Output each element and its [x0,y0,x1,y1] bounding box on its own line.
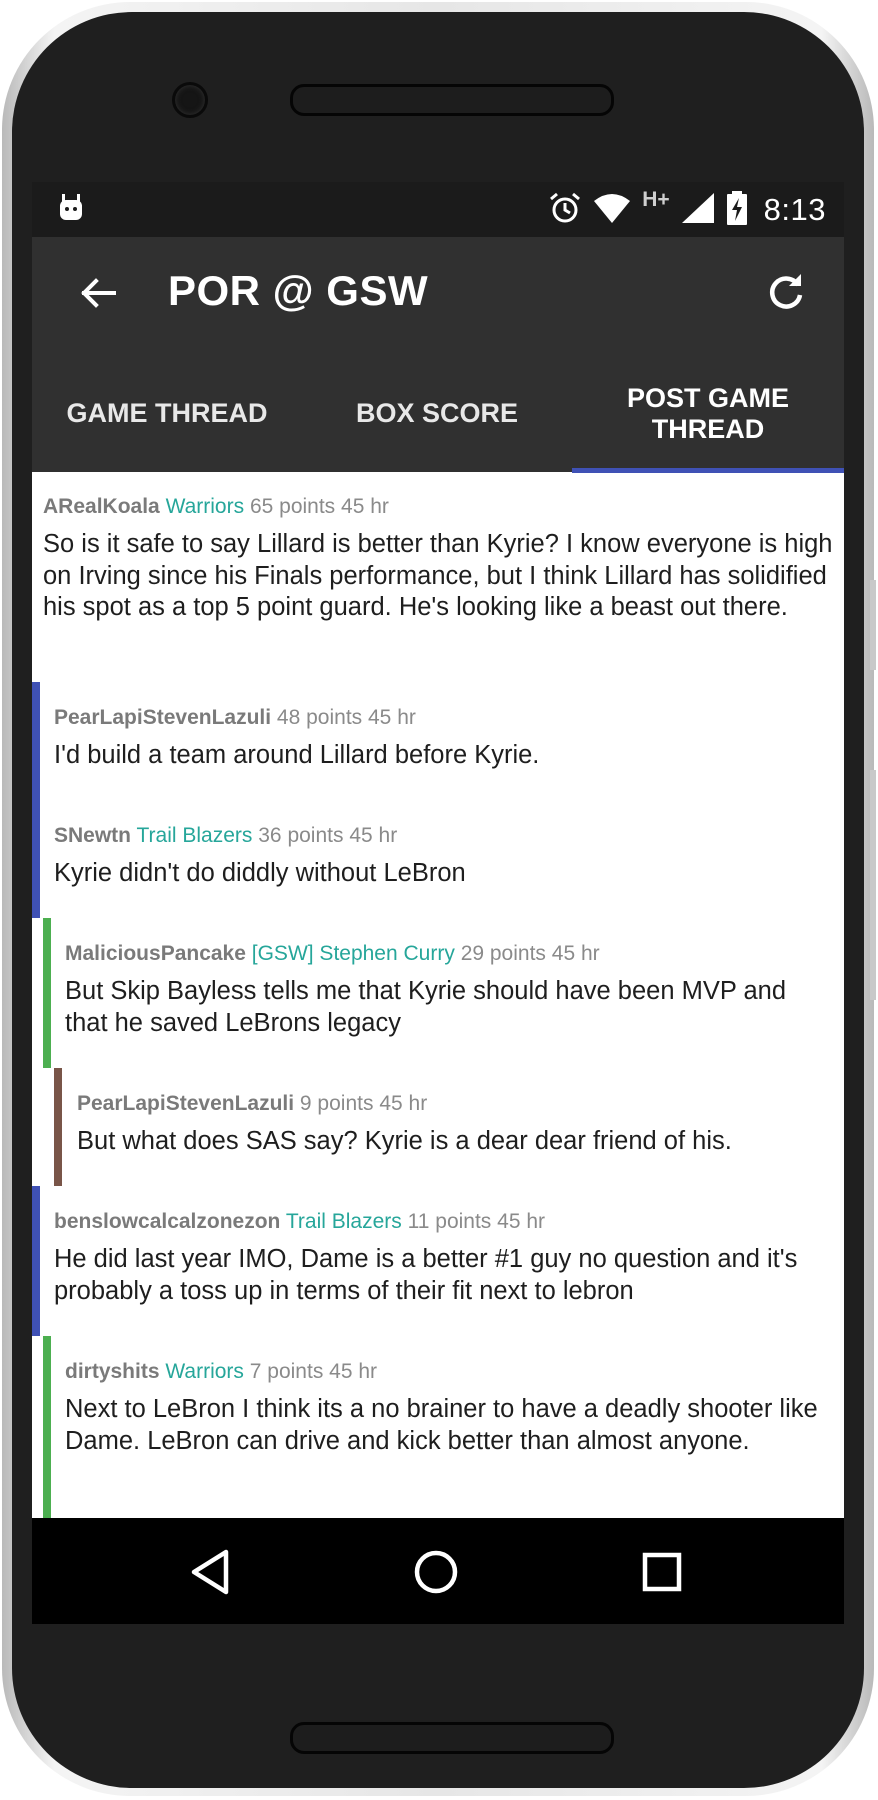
comment-points: 7 points [249,1360,324,1383]
comment-body: I'd build a team around Lillard before K… [54,741,540,769]
depth-bar [32,682,40,800]
comment-points: 65 points [249,495,336,518]
comment-time: 45 hr [497,1210,546,1233]
comment[interactable]: SNewtn Trail Blazers 36 points 45 hr Kyr… [32,800,844,918]
depth-bar [32,1186,40,1336]
battery-charging-icon [726,190,748,230]
depth-bar [54,1068,62,1186]
app-bar: POR @ GSW [32,237,844,355]
comment-author[interactable]: PearLapiStevenLazuli [54,706,271,729]
comment-time: 45 hr [379,1092,428,1115]
comment-flair: Warriors [165,1360,244,1383]
nav-back-icon [191,1549,229,1595]
comment-author[interactable]: SNewtn [54,824,131,847]
refresh-icon [770,274,803,309]
status-time: 8:13 [763,192,826,227]
comment-flair: Trail Blazers [136,824,253,847]
comment-author[interactable]: PearLapiStevenLazuli [77,1092,294,1115]
comment-meta: dirtyshits Warriors 7 points 45 hr [65,1359,835,1385]
network-type: H+ [642,188,670,211]
comment-author[interactable]: MaliciousPancake [65,942,246,965]
page-title: POR @ GSW [168,267,429,314]
comment-author[interactable]: ARealKoala [43,495,160,518]
android-icon [58,194,84,227]
comment[interactable]: ARealKoala Warriors 65 points 45 hr So i… [32,472,844,682]
comment-time: 45 hr [341,495,389,518]
comment-meta: PearLapiStevenLazuli 48 points 45 hr [54,705,834,731]
tab-bar: GAME THREAD BOX SCORE POST GAME THREAD [32,355,844,472]
power-button [870,580,876,670]
nav-home-button[interactable] [404,1540,468,1604]
screen: H+ 8:13 POR @ GSW GAME THREAD BOX SCORE … [32,182,844,1624]
comment-meta: benslowcalcalzonezon Trail Blazers 11 po… [54,1209,834,1235]
comment-body: But Skip Bayless tells me that Kyrie sho… [65,977,787,1037]
comment-meta: PearLapiStevenLazuli 9 points 45 hr [77,1091,837,1117]
tab-label: POST GAME THREAD [626,382,789,444]
tab-box-score[interactable]: BOX SCORE [302,355,572,472]
comment-body: Kyrie didn't do diddly without LeBron [54,859,466,887]
comment-points: 29 points [460,942,546,965]
comment-meta: SNewtn Trail Blazers 36 points 45 hr [54,823,834,849]
comment-body: He did last year IMO, Dame is a better #… [54,1245,798,1305]
comment[interactable]: MaliciousPancake [GSW] Stephen Curry 29 … [32,918,844,1068]
comment-meta: ARealKoala Warriors 65 points 45 hr [43,494,833,520]
tab-post-game-thread[interactable]: POST GAME THREAD [572,355,844,472]
navigation-bar [32,1518,844,1624]
comment-time: 45 hr [368,706,416,729]
comment-body: So is it safe to say Lillard is better t… [43,530,833,621]
comment-time: 45 hr [329,1360,378,1383]
bottom-speaker [290,1722,614,1754]
alarm-icon [548,191,582,230]
depth-bar [32,800,40,918]
wifi-icon [592,191,632,230]
comment-points: 48 points [276,706,363,729]
comment-author[interactable]: dirtyshits [65,1360,160,1383]
comment-points: 9 points [299,1092,374,1115]
refresh-button[interactable] [758,265,814,321]
volume-button [870,770,876,1000]
comment-body: Next to LeBron I think its a no brainer … [65,1395,818,1455]
comment-flair: [GSW] Stephen Curry [251,942,455,965]
comment[interactable]: PearLapiStevenLazuli 9 points 45 hr But … [32,1068,844,1186]
nav-back-button[interactable] [178,1540,242,1604]
comment[interactable]: benslowcalcalzonezon Trail Blazers 11 po… [32,1186,844,1336]
comment-flair: Warriors [165,495,245,518]
tab-label: GAME THREAD [66,398,268,428]
front-camera [172,82,208,118]
signal-icon [680,191,716,230]
comment-author[interactable]: benslowcalcalzonezon [54,1210,280,1233]
nav-recents-icon [642,1552,682,1592]
depth-bar [43,918,51,1068]
top-speaker [290,84,614,116]
comment[interactable]: PearLapiStevenLazuli 48 points 45 hr I'd… [32,682,844,800]
tab-game-thread[interactable]: GAME THREAD [32,355,302,472]
back-button[interactable] [70,265,126,321]
tab-label: BOX SCORE [355,398,519,428]
comment-flair: Trail Blazers [285,1210,402,1233]
comment-meta: MaliciousPancake [GSW] Stephen Curry 29 … [65,941,835,967]
status-bar: H+ 8:13 [32,182,844,237]
comment-time: 45 hr [349,824,398,847]
arrow-left-icon [81,278,116,308]
comment[interactable]: dirtyshits Warriors 7 points 45 hr Next … [32,1336,844,1536]
nav-recents-button[interactable] [630,1540,694,1604]
comment-points: 11 points [407,1210,492,1233]
comment-time: 45 hr [551,942,600,965]
nav-home-icon [414,1550,458,1594]
comment-points: 36 points [258,824,344,847]
comment-body: But what does SAS say? Kyrie is a dear d… [77,1127,732,1155]
depth-bar [43,1336,51,1536]
